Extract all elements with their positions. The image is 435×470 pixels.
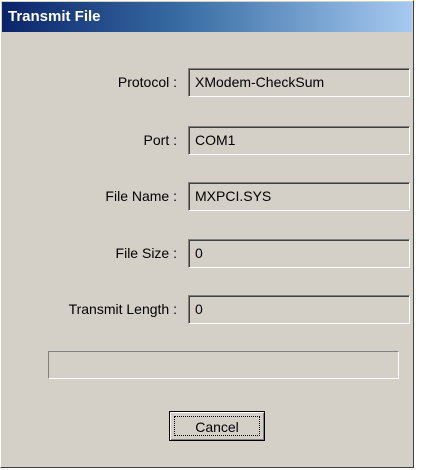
- cancel-button[interactable]: Cancel: [169, 411, 265, 441]
- dialog-title-bar[interactable]: Transmit File: [2, 2, 412, 32]
- file-size-field: 0: [188, 239, 410, 268]
- file-name-field: MXPCI.SYS: [188, 182, 410, 211]
- cancel-button-label: Cancel: [174, 416, 260, 436]
- protocol-label: Protocol :: [117, 74, 177, 90]
- port-field: COM1: [188, 126, 410, 155]
- transmit-length-label: Transmit Length :: [68, 301, 177, 317]
- file-size-label: File Size :: [115, 245, 177, 261]
- port-label: Port :: [143, 132, 177, 148]
- transmit-length-field: 0: [188, 295, 410, 324]
- transfer-progress-bar: [48, 351, 399, 379]
- protocol-field: XModem-CheckSum: [188, 68, 410, 97]
- dialog-title: Transmit File: [8, 8, 101, 25]
- transmit-file-dialog: Transmit File Protocol : XModem-CheckSum…: [0, 0, 414, 468]
- file-name-label: File Name :: [105, 188, 177, 204]
